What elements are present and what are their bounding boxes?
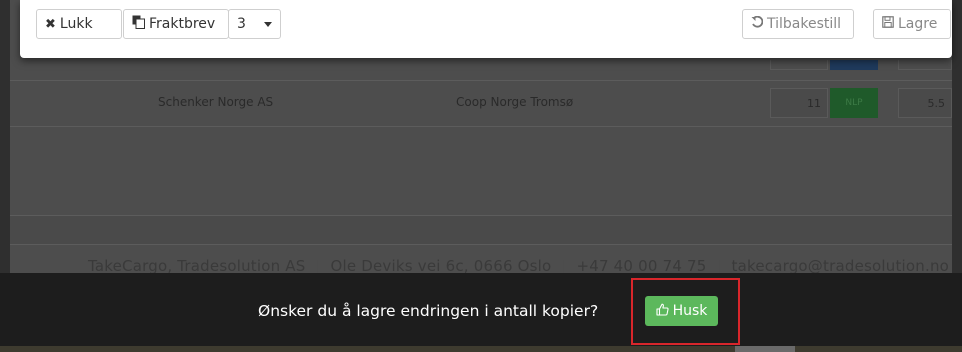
quantity-box-partial xyxy=(770,60,828,70)
carrier-cell: Schenker Norge AS xyxy=(158,95,274,109)
chevron-down-icon xyxy=(264,21,272,27)
save-prompt-bar: Ønsker du å lagre endringen i antall kop… xyxy=(0,273,962,346)
weight-input[interactable]: 5.5 xyxy=(898,88,952,118)
save-button[interactable]: Lagre xyxy=(873,9,951,39)
copies-value: 3 xyxy=(237,16,246,32)
close-icon: ✖ xyxy=(45,16,56,32)
table-row-empty xyxy=(10,127,952,216)
waybill-button[interactable]: Fraktbrev xyxy=(123,9,229,39)
weight-box-partial xyxy=(898,60,952,70)
close-button[interactable]: ✖ Lukk xyxy=(36,9,122,39)
reset-button-label: Tilbakestill xyxy=(767,16,842,32)
undo-icon xyxy=(751,15,764,32)
bottom-strip xyxy=(0,346,962,352)
bottom-strip-segment xyxy=(735,346,795,352)
reset-button[interactable]: Tilbakestill xyxy=(742,9,854,39)
highlight-box xyxy=(631,278,740,345)
waybill-button-label: Fraktbrev xyxy=(149,16,216,32)
table-row: Schenker Norge AS Coop Norge Tromsø 11 N… xyxy=(10,81,952,127)
action-toolbar: ✖ Lukk Fraktbrev 3 Tilbakestill Lagre xyxy=(20,0,952,58)
prompt-message: Ønsker du å lagre endringen i antall kop… xyxy=(258,302,599,320)
table-footer-row xyxy=(10,216,952,245)
receiver-cell: Coop Norge Tromsø xyxy=(456,95,574,109)
badge-partial xyxy=(830,60,878,70)
close-button-label: Lukk xyxy=(59,16,93,32)
floppy-disk-icon xyxy=(882,16,894,32)
copy-icon xyxy=(132,15,145,33)
save-button-label: Lagre xyxy=(898,16,938,32)
quantity-input[interactable]: 11 xyxy=(770,88,828,118)
unit-badge: NLP xyxy=(830,88,878,118)
copies-select[interactable]: 3 xyxy=(228,9,281,39)
